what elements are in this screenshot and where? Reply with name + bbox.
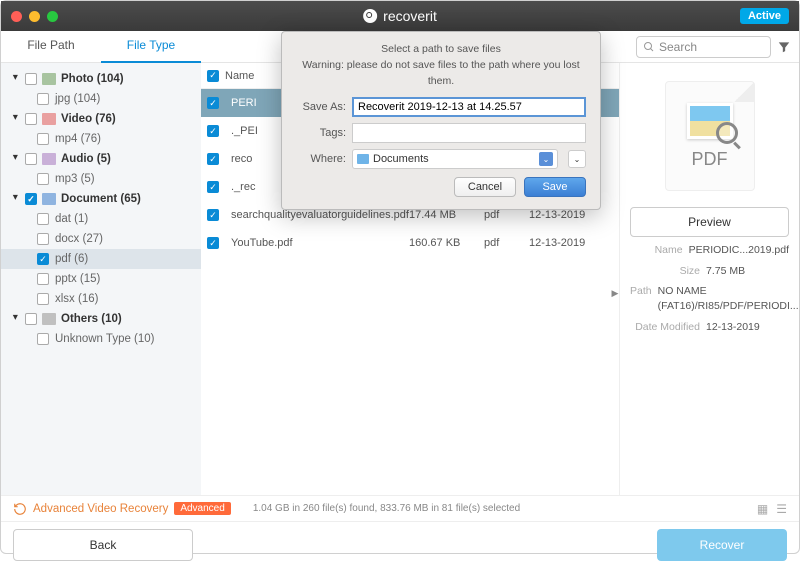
meta-name: PERIODIC...2019.pdf bbox=[689, 243, 789, 258]
sidebar-item-jpg[interactable]: jpg (104) bbox=[1, 89, 201, 109]
table-row[interactable]: ✓YouTube.pdf160.67 KBpdf12-13-2019 bbox=[201, 229, 619, 257]
row-checkbox[interactable]: ✓ bbox=[207, 181, 219, 193]
dialog-header: Select a path to save files Warning: ple… bbox=[296, 42, 586, 89]
chevron-down-icon: ▸ bbox=[10, 195, 21, 204]
sidebar-item-unknown[interactable]: Unknown Type (10) bbox=[1, 329, 201, 349]
document-icon bbox=[42, 193, 56, 205]
sidebar-item-docx[interactable]: docx (27) bbox=[1, 229, 201, 249]
meta-path: NO NAME (FAT16)/RI85/PDF/PERIODI... bbox=[658, 284, 799, 313]
sidebar-item-mp3[interactable]: mp3 (5) bbox=[1, 169, 201, 189]
status-bar: Advanced Video Recovery Advanced 1.04 GB… bbox=[1, 495, 799, 521]
row-checkbox[interactable]: ✓ bbox=[207, 125, 219, 137]
grid-view-icon[interactable]: ▦ bbox=[757, 502, 768, 516]
sidebar-cat-video[interactable]: ▸Video (76) bbox=[1, 109, 201, 129]
checkbox[interactable] bbox=[37, 93, 49, 105]
sidebar-item-xlsx[interactable]: xlsx (16) bbox=[1, 289, 201, 309]
list-view-icon[interactable]: ☰ bbox=[776, 502, 787, 516]
sidebar-cat-document[interactable]: ▸✓Document (65) bbox=[1, 189, 201, 209]
checkbox[interactable] bbox=[25, 153, 37, 165]
folder-icon bbox=[357, 154, 369, 164]
checkbox[interactable]: ✓ bbox=[25, 193, 37, 205]
recover-button[interactable]: Recover bbox=[657, 529, 787, 561]
window-controls bbox=[11, 11, 58, 22]
advanced-badge: Advanced bbox=[174, 502, 230, 515]
sidebar-cat-audio[interactable]: ▸Audio (5) bbox=[1, 149, 201, 169]
chevron-down-icon: ▸ bbox=[10, 155, 21, 164]
row-checkbox[interactable]: ✓ bbox=[207, 237, 219, 249]
refresh-icon bbox=[13, 502, 27, 516]
preview-button[interactable]: Preview bbox=[630, 207, 789, 237]
close-icon[interactable] bbox=[11, 11, 22, 22]
sidebar-item-mp4[interactable]: mp4 (76) bbox=[1, 129, 201, 149]
checkbox[interactable] bbox=[37, 233, 49, 245]
sidebar-item-dat[interactable]: dat (1) bbox=[1, 209, 201, 229]
row-checkbox[interactable]: ✓ bbox=[207, 97, 219, 109]
sidebar: ▸Photo (104) jpg (104) ▸Video (76) mp4 (… bbox=[1, 63, 201, 495]
license-badge[interactable]: Active bbox=[740, 8, 789, 24]
search-input[interactable]: Search bbox=[636, 36, 771, 58]
brand-name: recoverit bbox=[383, 8, 437, 24]
tab-file-path[interactable]: File Path bbox=[1, 30, 101, 63]
preview-panel: PDF Preview NamePERIODIC...2019.pdf Size… bbox=[619, 63, 799, 495]
dropdown-caret-icon: ⌄ bbox=[539, 152, 553, 166]
video-icon bbox=[42, 113, 56, 125]
title-bar: recoverit Active bbox=[1, 1, 799, 31]
expand-preview-icon[interactable]: ▶ bbox=[610, 283, 620, 303]
checkbox[interactable] bbox=[37, 333, 49, 345]
save-dialog: Select a path to save files Warning: ple… bbox=[281, 31, 601, 210]
row-checkbox[interactable]: ✓ bbox=[207, 209, 219, 221]
chevron-down-icon: ▸ bbox=[10, 315, 21, 324]
sidebar-cat-photo[interactable]: ▸Photo (104) bbox=[1, 69, 201, 89]
checkbox[interactable]: ✓ bbox=[37, 253, 49, 265]
sidebar-cat-others[interactable]: ▸Others (10) bbox=[1, 309, 201, 329]
cancel-button[interactable]: Cancel bbox=[454, 177, 516, 197]
meta-size: 7.75 MB bbox=[706, 264, 789, 279]
checkbox[interactable] bbox=[37, 173, 49, 185]
file-thumbnail: PDF bbox=[630, 71, 789, 201]
app-brand: recoverit bbox=[363, 8, 437, 24]
expand-location-button[interactable]: ⌄ bbox=[568, 150, 586, 168]
maximize-icon[interactable] bbox=[47, 11, 58, 22]
minimize-icon[interactable] bbox=[29, 11, 40, 22]
tags-input[interactable] bbox=[352, 123, 586, 143]
search-icon bbox=[643, 41, 655, 53]
chevron-down-icon: ▸ bbox=[10, 75, 21, 84]
photo-icon bbox=[42, 73, 56, 85]
checkbox[interactable] bbox=[37, 273, 49, 285]
checkbox[interactable] bbox=[37, 213, 49, 225]
checkbox[interactable] bbox=[25, 113, 37, 125]
back-button[interactable]: Back bbox=[13, 529, 193, 561]
checkbox[interactable] bbox=[37, 133, 49, 145]
save-button[interactable]: Save bbox=[524, 177, 586, 197]
advanced-video-recovery-link[interactable]: Advanced Video Recovery Advanced bbox=[13, 502, 231, 516]
checkbox[interactable] bbox=[25, 73, 37, 85]
meta-date: 12-13-2019 bbox=[706, 320, 789, 335]
select-all-checkbox[interactable]: ✓ bbox=[207, 70, 219, 82]
filter-icon[interactable] bbox=[777, 40, 791, 54]
brand-logo-icon bbox=[363, 9, 377, 23]
sidebar-item-pdf[interactable]: ✓pdf (6) bbox=[1, 249, 201, 269]
search-area: Search bbox=[636, 36, 791, 58]
chevron-down-icon: ▸ bbox=[10, 115, 21, 124]
audio-icon bbox=[42, 153, 56, 165]
checkbox[interactable] bbox=[25, 313, 37, 325]
sidebar-item-pptx[interactable]: pptx (15) bbox=[1, 269, 201, 289]
status-text: 1.04 GB in 260 file(s) found, 833.76 MB … bbox=[253, 503, 520, 514]
row-checkbox[interactable]: ✓ bbox=[207, 153, 219, 165]
where-select[interactable]: Documents ⌄ bbox=[352, 149, 558, 169]
checkbox[interactable] bbox=[37, 293, 49, 305]
tab-file-type[interactable]: File Type bbox=[101, 30, 201, 63]
filter-tabs: File Path File Type bbox=[1, 30, 201, 63]
save-as-input[interactable] bbox=[352, 97, 586, 117]
others-icon bbox=[42, 313, 56, 325]
bottom-bar: Back Recover bbox=[1, 521, 799, 567]
magnifier-icon bbox=[716, 122, 738, 144]
